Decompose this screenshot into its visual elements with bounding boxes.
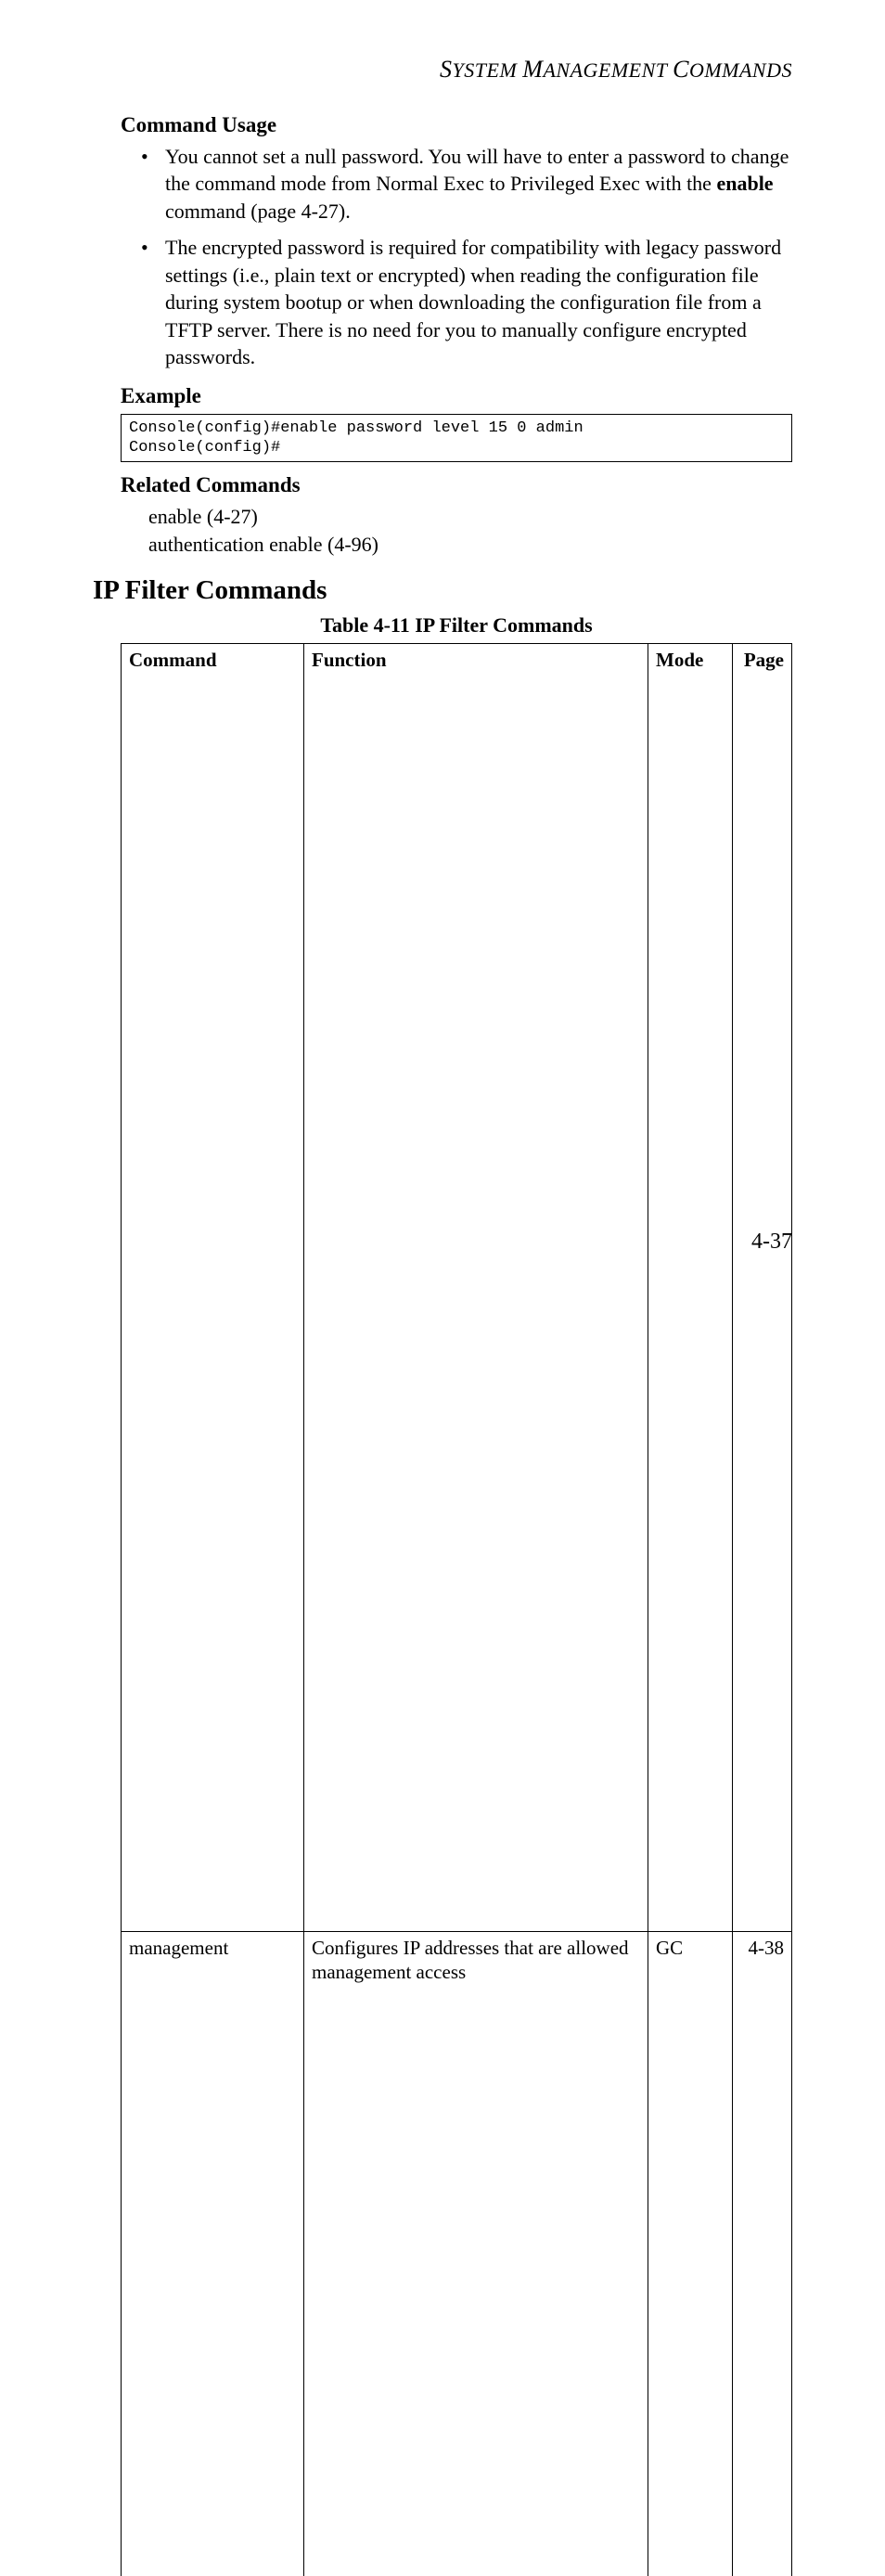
page-number: 4-37	[751, 1230, 792, 1255]
usage-bullet-list: You cannot set a null password. You will…	[121, 143, 792, 371]
related-line-1: enable (4-27)	[148, 503, 792, 531]
related-commands-block: enable (4-27) authentication enable (4-9…	[148, 503, 792, 558]
ip-filter-table: Command Function Mode Page management Co…	[121, 643, 792, 2576]
col-header-command: Command	[122, 643, 304, 1931]
usage-bullet-1-pre: You cannot set a null password. You will…	[165, 145, 789, 195]
running-head: SYSTEM MANAGEMENT COMMANDS	[121, 56, 792, 84]
cell-command: management	[122, 1931, 304, 2576]
cell-page: 4-38	[733, 1931, 792, 2576]
heading-related-commands: Related Commands	[121, 473, 792, 497]
example-code-block: Console(config)#enable password level 15…	[121, 414, 792, 463]
col-header-function: Function	[304, 643, 648, 1931]
runhead-management: ANAGEMENT	[543, 58, 667, 82]
heading-command-usage: Command Usage	[121, 113, 792, 137]
table-header-row: Command Function Mode Page	[122, 643, 792, 1931]
related-line-2: authentication enable (4-96)	[148, 531, 792, 559]
usage-bullet-1: You cannot set a null password. You will…	[165, 143, 792, 225]
table-row: management Configures IP addresses that …	[122, 1931, 792, 2576]
col-header-mode: Mode	[648, 643, 733, 1931]
usage-bullet-1-bold: enable	[716, 172, 773, 195]
usage-bullet-1-post: command (page 4-27).	[165, 200, 351, 223]
heading-example: Example	[121, 384, 792, 408]
heading-ip-filter-commands: IP Filter Commands	[93, 575, 792, 606]
table-caption: Table 4-11 IP Filter Commands	[121, 613, 792, 638]
col-header-page: Page	[733, 643, 792, 1931]
runhead-system: YSTEM	[453, 58, 518, 82]
cell-mode: GC	[648, 1931, 733, 2576]
usage-bullet-2: The encrypted password is required for c…	[165, 234, 792, 370]
cell-function: Configures IP addresses that are allowed…	[304, 1931, 648, 2576]
runhead-commands: OMMANDS	[689, 58, 792, 82]
